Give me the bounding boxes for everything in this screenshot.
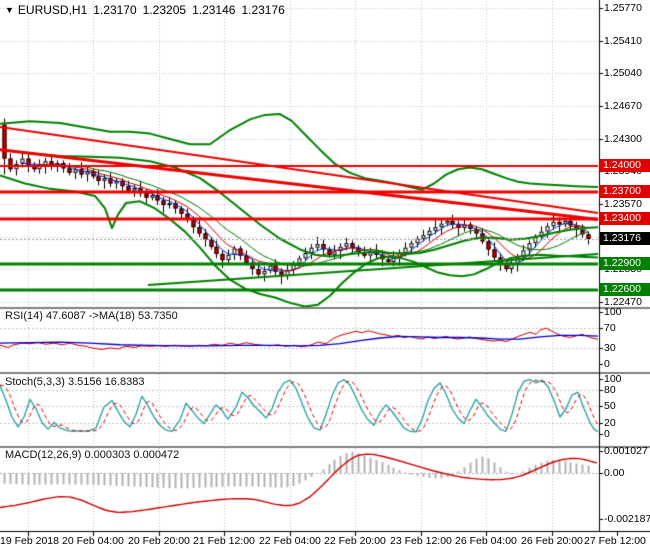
time-tick-label: 26 Feb 20:00 — [521, 535, 583, 547]
macd-tick-label: 0.00 — [604, 467, 625, 479]
time-tick-label: 27 Feb 12:00 — [584, 535, 646, 547]
price-tick-label: 1.25410 — [604, 35, 642, 47]
price-level-badge: 1.23176 — [600, 232, 650, 245]
time-tick-label: 22 Feb 04:00 — [259, 535, 321, 547]
symbol-dropdown-icon[interactable]: ▼ — [5, 5, 14, 15]
chart-title: ▼ EURUSD,H1 1.23170 1.23205 1.23146 1.23176 — [5, 3, 285, 17]
time-tick-label: 23 Feb 12:00 — [390, 535, 452, 547]
price-tick-label: 1.24300 — [604, 133, 642, 145]
price-tick-label: 1.25770 — [604, 2, 642, 14]
ohlc-open: 1.23170 — [93, 3, 137, 17]
time-tick-label: 26 Feb 04:00 — [455, 535, 517, 547]
time-tick-label: 20 Feb 20:00 — [128, 535, 190, 547]
chart-window: ▼ EURUSD,H1 1.23170 1.23205 1.23146 1.23176 R… — [0, 0, 650, 550]
time-tick-label: 20 Feb 04:00 — [62, 535, 124, 547]
ohlc-low: 1.23146 — [192, 3, 236, 17]
time-tick-label: 19 Feb 2018 — [0, 535, 59, 547]
price-level-badge: 1.22900 — [600, 257, 650, 270]
symbol-period-label: EURUSD,H1 — [17, 3, 88, 17]
rsi-tick-label: 30 — [604, 342, 616, 354]
rsi-tick-label: 70 — [604, 322, 616, 334]
stoch-tick-label: 0 — [604, 428, 610, 440]
ohlc-close: 1.23176 — [241, 3, 285, 17]
price-tick-label: 1.23570 — [604, 198, 642, 210]
price-level-badge: 1.23700 — [600, 185, 650, 198]
time-tick-label: 22 Feb 20:00 — [324, 535, 386, 547]
price-tick-label: 1.25040 — [604, 67, 642, 79]
rsi-tick-label: 0 — [604, 358, 610, 370]
rsi-tick-label: 100 — [604, 306, 622, 318]
stoch-indicator-label: Stoch(5,3,3) 3.5156 16.8383 — [5, 376, 145, 388]
rsi-indicator-label: RSI(14) 47.6087 ->MA(18) 53.7350 — [5, 310, 178, 322]
price-level-badge: 1.24000 — [600, 159, 650, 172]
time-tick-label: 21 Feb 12:00 — [193, 535, 255, 547]
price-level-badge: 1.23400 — [600, 212, 650, 225]
chart-canvas[interactable] — [0, 0, 650, 550]
macd-indicator-label: MACD(12,26,9) 0.000303 0.000472 — [5, 449, 180, 461]
macd-tick-label: -0.002187 — [604, 513, 650, 525]
macd-tick-label: 0.001027 — [604, 445, 648, 457]
ohlc-high: 1.23205 — [142, 3, 187, 17]
stoch-tick-label: 80 — [604, 384, 616, 396]
price-level-badge: 1.22600 — [600, 283, 650, 296]
stoch-tick-label: 50 — [604, 400, 616, 412]
price-tick-label: 1.24670 — [604, 100, 642, 112]
